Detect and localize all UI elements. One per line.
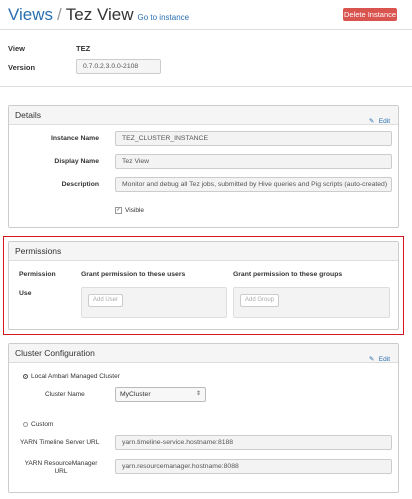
description-field[interactable]: Monitor and debug all Tez jobs, submitte… (115, 177, 392, 192)
details-title: Details (15, 110, 41, 120)
delete-instance-button[interactable]: Delete Instance (343, 8, 397, 21)
pencil-icon: ✎ (368, 356, 375, 363)
pencil-icon: ✎ (368, 118, 375, 125)
cluster-config-panel-header: Cluster Configuration (9, 344, 398, 363)
cluster-name-value: MyCluster (120, 391, 151, 398)
cluster-name-select[interactable]: MyCluster ⇕ (115, 387, 206, 402)
radio-selected-icon (23, 373, 28, 379)
view-value: TEZ (76, 44, 91, 53)
summary-divider (0, 86, 412, 87)
version-value: 0.7.0.2.3.0.0-2108 (76, 59, 161, 74)
groups-column-header: Grant permission to these groups (233, 271, 343, 278)
permission-column-header: Permission (19, 271, 56, 278)
select-arrows-icon: ⇕ (195, 391, 201, 397)
custom-cluster-label: Custom (31, 421, 54, 428)
use-row-label: Use (19, 290, 32, 297)
yarn-rm-label-line1: YARN ResourceManager (24, 460, 98, 467)
details-edit-label: Edit (378, 118, 390, 125)
instance-name-field[interactable]: TEZ_CLUSTER_INSTANCE (115, 131, 392, 146)
visible-checkbox[interactable]: ✓ Visible (115, 207, 144, 214)
cluster-name-label: Cluster Name (45, 391, 85, 398)
users-permission-area[interactable]: Add User (81, 287, 227, 318)
visible-label: Visible (125, 207, 145, 215)
permissions-title: Permissions (15, 246, 62, 256)
yarn-timeline-label: YARN Timeline Server URL (20, 439, 100, 446)
cluster-config-panel: Cluster Configuration ✎ Edit Local Ambar… (8, 343, 399, 493)
permissions-panel-header: Permissions (9, 242, 398, 261)
instance-name-label: Instance Name (51, 135, 99, 142)
header-divider (0, 29, 412, 30)
add-group-input[interactable]: Add Group (240, 294, 280, 307)
yarn-rm-field[interactable]: yarn.resourcemanager.hostname:8088 (115, 459, 392, 474)
cluster-edit-label: Edit (378, 356, 390, 363)
details-panel-header: Details (9, 106, 398, 125)
views-link[interactable]: Views (8, 5, 53, 24)
yarn-rm-label: YARN ResourceManager URL (20, 460, 102, 476)
details-edit-link[interactable]: ✎ Edit (369, 110, 390, 128)
breadcrumb: Views / Tez View Go to instance (8, 5, 189, 25)
groups-permission-area[interactable]: Add Group (233, 287, 390, 318)
yarn-timeline-field[interactable]: yarn.timeline-service.hostname:8188 (115, 435, 392, 450)
go-to-instance-link[interactable]: Go to instance (138, 13, 190, 22)
cluster-config-title: Cluster Configuration (15, 348, 95, 358)
radio-unselected-icon (23, 421, 28, 427)
permissions-panel: Permissions Permission Grant permission … (8, 241, 399, 330)
view-label: View (8, 44, 25, 53)
yarn-rm-label-line2: URL (54, 468, 68, 475)
local-cluster-label: Local Ambari Managed Cluster (31, 373, 120, 380)
breadcrumb-separator: / (57, 5, 62, 24)
current-view-title: Tez View (65, 5, 134, 24)
custom-cluster-radio[interactable]: Custom (23, 421, 53, 428)
local-cluster-radio[interactable]: Local Ambari Managed Cluster (23, 373, 120, 380)
display-name-field[interactable]: Tez View (115, 154, 392, 169)
users-column-header: Grant permission to these users (81, 271, 186, 278)
cluster-edit-link[interactable]: ✎ Edit (369, 348, 390, 366)
description-label: Description (61, 181, 99, 188)
display-name-label: Display Name (54, 158, 99, 165)
version-label: Version (8, 63, 36, 72)
checkmark-icon: ✓ (115, 207, 122, 214)
details-panel: Details ✎ Edit Instance Name TEZ_CLUSTER… (8, 105, 399, 228)
add-user-input[interactable]: Add User (88, 294, 124, 307)
